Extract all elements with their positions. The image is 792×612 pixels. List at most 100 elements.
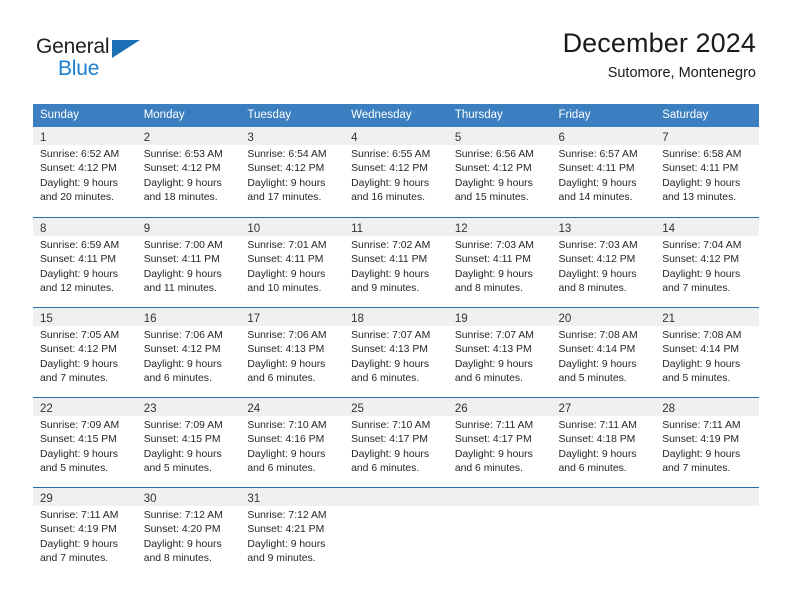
daylight-text-line1: Daylight: 9 hours (143, 358, 222, 370)
sunset-text: Sunset: 4:11 PM (351, 254, 428, 266)
calendar-day-cell[interactable]: 15 Sunrise: 7:05 AM Sunset: 4:12 PM Dayligh… (33, 307, 137, 397)
sunset-text: Sunset: 4:11 PM (558, 163, 635, 175)
calendar-day-cell[interactable]: 24 Sunrise: 7:10 AM Sunset: 4:16 PM Dayligh… (240, 397, 345, 487)
sunset-text: Sunset: 4:11 PM (662, 163, 739, 175)
logo-text-blue: Blue (58, 57, 100, 80)
sunrise-text: Sunrise: 6:54 AM (247, 149, 327, 160)
calendar-day-cell[interactable]: 28 Sunrise: 7:11 AM Sunset: 4:19 PM Dayligh… (655, 397, 759, 487)
sunrise-text: Sunrise: 6:59 AM (40, 240, 120, 251)
day-number: 8 (40, 223, 47, 235)
sunset-text: Sunset: 4:12 PM (143, 344, 221, 356)
daylight-text-line2: and 15 minutes. (454, 191, 529, 203)
sunset-text: Sunset: 4:13 PM (247, 344, 325, 356)
calendar-day-cell-empty (655, 487, 759, 577)
sunrise-text: Sunrise: 7:12 AM (247, 510, 327, 521)
weekday-header-monday: Monday (136, 104, 241, 127)
day-number: 27 (558, 403, 572, 415)
calendar-day-cell[interactable]: 4 Sunrise: 6:55 AM Sunset: 4:12 PM Daylight… (344, 127, 448, 217)
calendar-day-cell[interactable]: 18 Sunrise: 7:07 AM Sunset: 4:13 PM Dayligh… (344, 307, 448, 397)
sunrise-text: Sunrise: 7:09 AM (143, 420, 223, 431)
calendar-day-cell[interactable]: 23 Sunrise: 7:09 AM Sunset: 4:15 PM Dayligh… (136, 397, 241, 487)
calendar-day-cell[interactable]: 6 Sunrise: 6:57 AM Sunset: 4:11 PM Daylight… (551, 127, 656, 217)
daylight-text-line1: Daylight: 9 hours (143, 538, 222, 550)
daylight-text-line2: and 6 minutes. (247, 462, 316, 474)
daylight-text-line1: Daylight: 9 hours (351, 358, 430, 370)
calendar-day-cell[interactable]: 13 Sunrise: 7:03 AM Sunset: 4:12 PM Dayligh… (551, 217, 656, 307)
calendar-day-cell[interactable]: 2 Sunrise: 6:53 AM Sunset: 4:12 PM Daylight… (136, 127, 241, 217)
calendar-day-cell[interactable]: 31 Sunrise: 7:12 AM Sunset: 4:21 PM Dayligh… (240, 487, 345, 577)
generalblue-logo[interactable]: General Blue (36, 36, 216, 84)
daylight-text-line2: and 7 minutes. (40, 552, 109, 564)
daylight-text-line2: and 5 minutes. (143, 462, 212, 474)
daylight-text-line1: Daylight: 9 hours (143, 448, 222, 460)
weekday-header-thursday: Thursday (447, 104, 552, 127)
calendar-day-cell[interactable]: 27 Sunrise: 7:11 AM Sunset: 4:18 PM Dayligh… (551, 397, 656, 487)
calendar-day-cell-empty (344, 487, 448, 577)
sunrise-text: Sunrise: 6:52 AM (40, 149, 120, 160)
sunrise-text: Sunrise: 6:53 AM (143, 149, 223, 160)
triangle-icon (112, 40, 140, 58)
sunrise-text: Sunrise: 6:55 AM (351, 149, 431, 160)
calendar-week-row: 8 Sunrise: 6:59 AM Sunset: 4:11 PM Daylight… (33, 217, 759, 307)
daylight-text-line2: and 5 minutes. (40, 462, 109, 474)
sunset-text: Sunset: 4:12 PM (40, 344, 117, 356)
calendar-day-cell[interactable]: 10 Sunrise: 7:01 AM Sunset: 4:11 PM Dayligh… (240, 217, 345, 307)
title-block: December 2024 Sutomore, Montenegro (563, 28, 756, 83)
daylight-text-line2: and 10 minutes. (247, 282, 322, 294)
sunset-text: Sunset: 4:12 PM (351, 163, 428, 175)
sunrise-text: Sunrise: 7:11 AM (454, 420, 534, 431)
calendar-day-cell[interactable]: 3 Sunrise: 6:54 AM Sunset: 4:12 PM Daylight… (240, 127, 345, 217)
calendar-day-cell[interactable]: 22 Sunrise: 7:09 AM Sunset: 4:15 PM Dayligh… (33, 397, 137, 487)
daylight-text-line1: Daylight: 9 hours (558, 358, 637, 370)
calendar-day-cell[interactable]: 12 Sunrise: 7:03 AM Sunset: 4:11 PM Dayligh… (447, 217, 552, 307)
daylight-text-line1: Daylight: 9 hours (40, 268, 118, 280)
sunset-text: Sunset: 4:12 PM (40, 163, 117, 175)
day-number: 30 (143, 493, 157, 505)
sunset-text: Sunset: 4:11 PM (143, 254, 220, 266)
daylight-text-line2: and 11 minutes. (143, 282, 217, 294)
calendar-day-cell-empty (551, 487, 656, 577)
calendar-day-cell[interactable]: 14 Sunrise: 7:04 AM Sunset: 4:12 PM Dayligh… (655, 217, 759, 307)
daylight-text-line1: Daylight: 9 hours (40, 448, 118, 460)
weekday-header-tuesday: Tuesday (240, 104, 345, 127)
sunrise-text: Sunrise: 7:10 AM (247, 420, 327, 431)
calendar-day-cell[interactable]: 7 Sunrise: 6:58 AM Sunset: 4:11 PM Daylight… (655, 127, 759, 217)
calendar-day-cell[interactable]: 30 Sunrise: 7:12 AM Sunset: 4:20 PM Dayligh… (136, 487, 241, 577)
sunset-text: Sunset: 4:14 PM (662, 344, 740, 356)
daylight-text-line1: Daylight: 9 hours (662, 448, 741, 460)
calendar-day-cell[interactable]: 8 Sunrise: 6:59 AM Sunset: 4:11 PM Daylight… (33, 217, 137, 307)
calendar-week-row: 15 Sunrise: 7:05 AM Sunset: 4:12 PM Dayligh… (33, 307, 759, 397)
daylight-text-line2: and 18 minutes. (143, 191, 218, 203)
daylight-text-line1: Daylight: 9 hours (143, 177, 222, 189)
sunset-text: Sunset: 4:19 PM (662, 434, 740, 446)
calendar-day-cell[interactable]: 19 Sunrise: 7:07 AM Sunset: 4:13 PM Dayligh… (447, 307, 552, 397)
calendar-day-cell[interactable]: 1 Sunrise: 6:52 AM Sunset: 4:12 PM Daylight… (33, 127, 137, 217)
sunrise-text: Sunrise: 6:58 AM (662, 149, 742, 160)
calendar-day-cell[interactable]: 20 Sunrise: 7:08 AM Sunset: 4:14 PM Dayligh… (551, 307, 656, 397)
daylight-text-line1: Daylight: 9 hours (247, 538, 326, 550)
daylight-text-line1: Daylight: 9 hours (247, 268, 326, 280)
sunset-text: Sunset: 4:20 PM (143, 524, 221, 536)
day-number: 14 (662, 223, 676, 235)
daylight-text-line1: Daylight: 9 hours (40, 538, 118, 550)
calendar-day-cell[interactable]: 29 Sunrise: 7:11 AM Sunset: 4:19 PM Dayligh… (33, 487, 137, 577)
daylight-text-line1: Daylight: 9 hours (662, 177, 741, 189)
day-number: 1 (40, 132, 47, 144)
calendar-day-cell[interactable]: 5 Sunrise: 6:56 AM Sunset: 4:12 PM Daylight… (447, 127, 552, 217)
day-number: 11 (351, 223, 364, 235)
calendar-day-cell[interactable]: 26 Sunrise: 7:11 AM Sunset: 4:17 PM Dayligh… (447, 397, 552, 487)
calendar-day-cell[interactable]: 11 Sunrise: 7:02 AM Sunset: 4:11 PM Dayligh… (344, 217, 448, 307)
calendar-week-row: 1 Sunrise: 6:52 AM Sunset: 4:12 PM Daylight… (33, 127, 759, 217)
calendar-day-cell[interactable]: 9 Sunrise: 7:00 AM Sunset: 4:11 PM Daylight… (136, 217, 241, 307)
calendar-day-cell[interactable]: 25 Sunrise: 7:10 AM Sunset: 4:17 PM Dayligh… (344, 397, 448, 487)
daylight-text-line2: and 5 minutes. (662, 372, 731, 384)
calendar-day-cell[interactable]: 21 Sunrise: 7:08 AM Sunset: 4:14 PM Dayligh… (655, 307, 759, 397)
sunrise-text: Sunrise: 6:56 AM (454, 149, 534, 160)
daylight-text-line2: and 12 minutes. (40, 282, 114, 294)
day-number: 24 (247, 403, 261, 415)
calendar-day-cell[interactable]: 17 Sunrise: 7:06 AM Sunset: 4:13 PM Dayligh… (240, 307, 345, 397)
daylight-text-line1: Daylight: 9 hours (558, 448, 637, 460)
daylight-text-line1: Daylight: 9 hours (40, 177, 118, 189)
day-number: 17 (247, 313, 261, 325)
calendar-day-cell[interactable]: 16 Sunrise: 7:06 AM Sunset: 4:12 PM Dayligh… (136, 307, 241, 397)
